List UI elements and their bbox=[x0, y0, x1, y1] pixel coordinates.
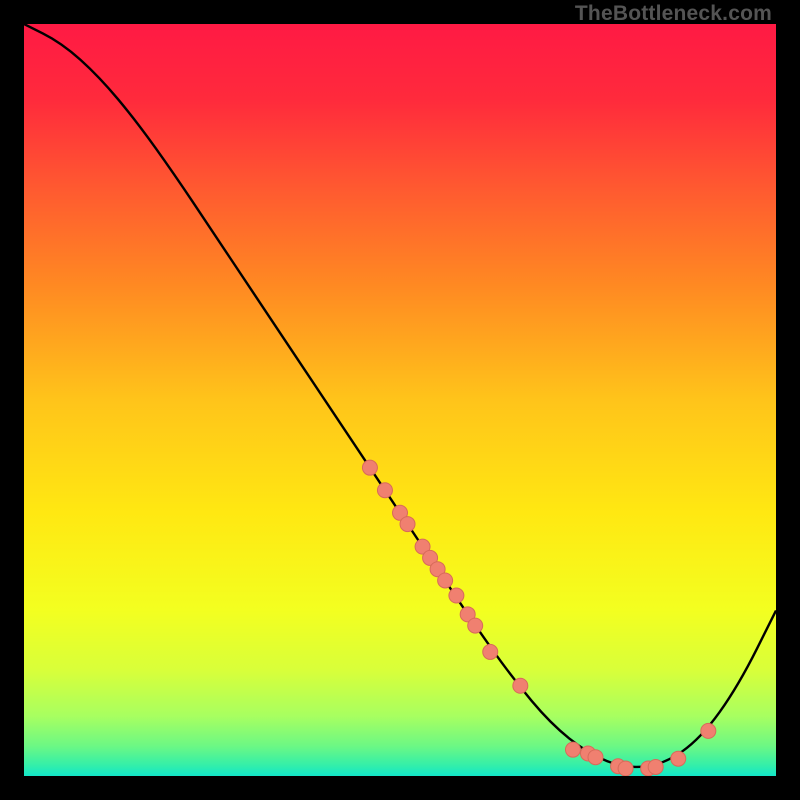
data-point bbox=[513, 678, 528, 693]
data-point bbox=[377, 483, 392, 498]
data-point bbox=[483, 644, 498, 659]
chart-frame bbox=[24, 24, 776, 776]
data-point bbox=[400, 517, 415, 532]
bottleneck-chart bbox=[24, 24, 776, 776]
data-point bbox=[671, 751, 686, 766]
watermark-text: TheBottleneck.com bbox=[575, 2, 772, 26]
data-point bbox=[565, 742, 580, 757]
data-point bbox=[588, 750, 603, 765]
data-point bbox=[618, 761, 633, 776]
data-point bbox=[701, 723, 716, 738]
gradient-background bbox=[24, 24, 776, 776]
data-point bbox=[648, 759, 663, 774]
data-point bbox=[468, 618, 483, 633]
data-point bbox=[449, 588, 464, 603]
data-point bbox=[362, 460, 377, 475]
data-point bbox=[438, 573, 453, 588]
